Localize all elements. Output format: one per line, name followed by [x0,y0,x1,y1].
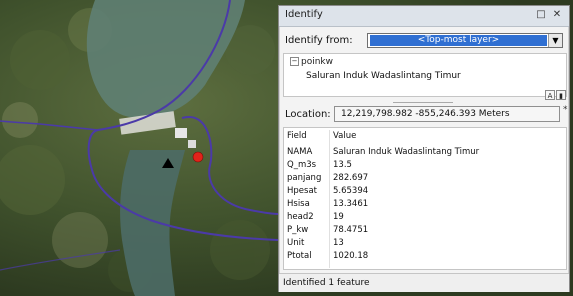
splitter-handle[interactable] [283,101,567,104]
identify-window: Identify □ ✕ Identify from: <Top-most la… [278,5,570,292]
field-name: NAMA [287,147,313,157]
field-name: Q_m3s [287,160,317,170]
location-field[interactable]: 12,219,798.982 -855,246.393 Meters [334,106,560,122]
field-value: 78.4751 [333,225,369,235]
table-row[interactable]: NAMA Saluran Induk Wadaslintang Timur [284,147,566,158]
table-row[interactable]: Unit 13 [284,238,566,249]
identify-from-label: Identify from: [285,35,353,46]
chevron-down-icon[interactable]: ▼ [548,34,562,47]
field-name: Hsisa [287,199,310,209]
field-value: Saluran Induk Wadaslintang Timur [333,147,480,157]
table-row[interactable]: Ptotal 1020.18 [284,251,566,262]
field-name: panjang [287,173,322,183]
dropdown-selected-value: <Top-most layer> [370,35,547,46]
tree-feature-node[interactable]: Saluran Induk Wadaslintang Timur [306,71,461,81]
table-row[interactable]: Hsisa 13.3461 [284,199,566,210]
field-name: Ptotal [287,251,312,261]
collapse-icon[interactable]: − [290,57,299,66]
field-value: 19 [333,212,344,222]
close-icon[interactable]: ✕ [550,8,564,22]
status-bar: Identified 1 feature [279,273,569,292]
attribute-table: Field Value NAMA Saluran Induk Wadaslint… [283,127,567,270]
value-header: Value [333,131,357,141]
status-text: Identified 1 feature [283,278,370,288]
table-row[interactable]: panjang 282.697 [284,173,566,184]
table-row[interactable]: Hpesat 5.65394 [284,186,566,197]
expand-icon[interactable]: ▮ [556,90,566,100]
options-icon[interactable]: * [563,105,568,115]
field-name: P_kw [287,225,309,235]
tree-layer-node[interactable]: − poinkw [290,57,333,67]
building [188,140,196,148]
location-label: Location: [285,109,331,120]
window-title: Identify [285,9,323,20]
field-value: 13.5 [333,160,352,170]
table-header: Field Value [284,131,566,142]
sort-icon[interactable]: A [545,90,555,100]
field-name: Unit [287,238,305,248]
layer-name: poinkw [301,57,333,67]
field-value: 13 [333,238,344,248]
identify-from-dropdown[interactable]: <Top-most layer> ▼ [367,33,563,48]
table-row[interactable]: Q_m3s 13.5 [284,160,566,171]
field-name: head2 [287,212,314,222]
restore-icon[interactable]: □ [534,8,548,22]
field-value: 1020.18 [333,251,369,261]
building [175,128,187,138]
table-row[interactable]: P_kw 78.4751 [284,225,566,236]
results-tree: − poinkw Saluran Induk Wadaslintang Timur [283,53,567,97]
field-value: 5.65394 [333,186,369,196]
selected-feature-marker[interactable] [192,151,204,163]
field-value: 282.697 [333,173,369,183]
title-bar[interactable]: Identify □ ✕ [279,6,569,27]
field-name: Hpesat [287,186,317,196]
field-header: Field [287,131,307,141]
field-value: 13.3461 [333,199,369,209]
table-row[interactable]: head2 19 [284,212,566,223]
